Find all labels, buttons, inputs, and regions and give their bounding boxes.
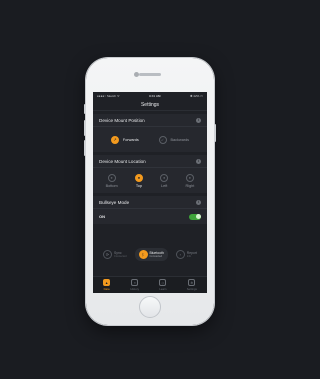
connection-subtitle: Connected <box>113 254 127 258</box>
option-label: Top <box>135 183 142 188</box>
tab-label: Data <box>103 287 110 291</box>
mount-position-options: ↗ Forwards ↙ Backwards <box>93 127 207 152</box>
history-icon: ≡ <box>131 279 139 286</box>
connection-subtitle: Connected <box>149 254 163 258</box>
option-forwards[interactable]: ↗ Forwards <box>110 135 139 144</box>
bullseye-section: Bullseye Mode i ON <box>93 196 207 224</box>
status-bar: ●●●●○ Sketch ᯤ 9:41 AM ✱ 42% ▭ <box>93 92 207 100</box>
bullseye-toggle-row: ON <box>93 209 207 224</box>
sync-item[interactable]: ⟳ Sync Connected <box>102 249 127 259</box>
bluetooth-item[interactable]: ᛒ Bluetooth Connected <box>134 247 168 261</box>
learn-icon: ◇ <box>159 279 167 286</box>
phone-power-button <box>214 124 216 142</box>
mount-position-section: Device Mount Position i ↗ Forwards ↙ Bac… <box>93 114 207 152</box>
mount-location-title: Device Mount Location <box>99 158 146 164</box>
gear-icon: ✻ <box>188 279 196 286</box>
mount-location-section: Device Mount Location i ● Bottom ● Top ●… <box>93 155 207 193</box>
option-bottom[interactable]: ● Bottom <box>105 173 118 188</box>
carrier-signal: ●●●●○ Sketch ᯤ <box>97 94 120 98</box>
bluetooth-icon: ᛒ <box>138 249 148 259</box>
info-icon[interactable]: i <box>196 199 201 205</box>
mount-position-header: Device Mount Position i <box>93 114 207 127</box>
toggle-knob <box>195 214 201 219</box>
tab-label: History <box>130 287 140 291</box>
status-time: 9:41 AM <box>149 94 161 98</box>
toggle-label: ON <box>99 214 105 219</box>
battery-indicator: ✱ 42% ▭ <box>189 94 203 98</box>
right-radio-icon[interactable]: ● <box>185 173 194 182</box>
info-icon[interactable]: i <box>196 117 201 123</box>
option-label: Left <box>161 183 168 188</box>
home-button[interactable] <box>139 296 161 318</box>
left-radio-icon[interactable]: ● <box>160 173 169 182</box>
tab-label: Learn <box>159 287 167 291</box>
option-label: Right <box>185 183 195 188</box>
option-label: Backwards <box>170 137 190 142</box>
tab-label: Settings <box>186 287 197 291</box>
option-label: Bottom <box>105 183 118 188</box>
app-screen: ●●●●○ Sketch ᯤ 9:41 AM ✱ 42% ▭ Settings … <box>93 92 207 293</box>
phone-device: ●●●●○ Sketch ᯤ 9:41 AM ✱ 42% ▭ Settings … <box>84 58 216 325</box>
phone-side-button <box>84 104 86 114</box>
option-top[interactable]: ● Top <box>134 173 143 188</box>
option-left[interactable]: ● Left <box>160 173 169 188</box>
bottom-radio-icon[interactable]: ● <box>107 173 116 182</box>
mount-position-title: Device Mount Position <box>99 117 145 123</box>
report-item[interactable]: › Report Info <box>175 249 197 259</box>
phone-volume-up <box>84 120 86 136</box>
bullseye-header: Bullseye Mode i <box>93 196 207 209</box>
arrow-right-icon: › <box>175 249 185 259</box>
phone-volume-down <box>84 140 86 156</box>
page-title: Settings <box>93 100 207 111</box>
bullseye-title: Bullseye Mode <box>99 199 130 205</box>
connection-subtitle: Info <box>186 254 192 258</box>
option-backwards[interactable]: ↙ Backwards <box>158 135 190 144</box>
tab-learn[interactable]: ◇ Learn <box>159 279 166 291</box>
option-label: Forwards <box>122 137 139 142</box>
option-right[interactable]: ● Right <box>185 173 195 188</box>
top-radio-icon[interactable]: ● <box>134 173 143 182</box>
tab-bar: ▲ Data ≡ History ◇ Learn ✻ Settings <box>93 276 207 293</box>
tab-history[interactable]: ≡ History <box>130 279 139 291</box>
mount-location-header: Device Mount Location i <box>93 155 207 168</box>
earpiece-speaker <box>139 73 161 76</box>
data-icon: ▲ <box>103 279 111 286</box>
sync-icon: ⟳ <box>102 249 112 259</box>
forwards-arrow-icon[interactable]: ↗ <box>110 135 119 144</box>
backwards-arrow-icon[interactable]: ↙ <box>158 135 167 144</box>
tab-data[interactable]: ▲ Data <box>103 279 111 291</box>
tab-settings[interactable]: ✻ Settings <box>187 279 197 291</box>
info-icon[interactable]: i <box>196 158 201 164</box>
connection-strip: ⟳ Sync Connected ᛒ Bluetooth Connected ›… <box>93 243 207 265</box>
mount-location-options: ● Bottom ● Top ● Left ● Right <box>93 168 207 193</box>
bullseye-toggle[interactable] <box>189 213 201 220</box>
